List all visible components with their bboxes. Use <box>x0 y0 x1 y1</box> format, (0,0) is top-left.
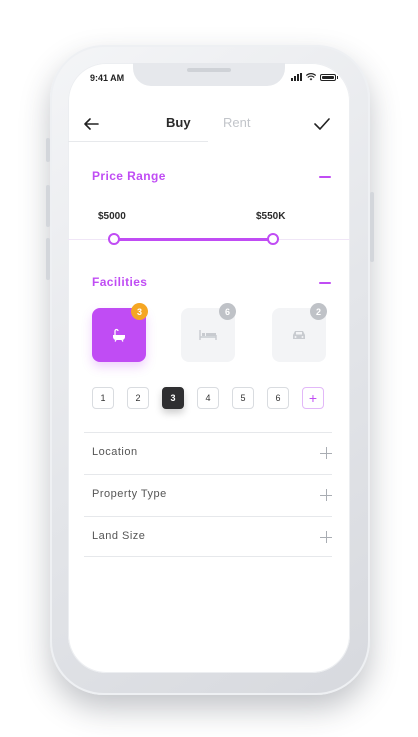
filter-row-location[interactable]: Location <box>84 432 332 474</box>
battery-icon <box>320 73 338 81</box>
tab-buy[interactable]: Buy <box>166 115 191 130</box>
bathtub-icon <box>113 328 125 342</box>
filter-row-land-size[interactable]: Land Size <box>84 516 332 558</box>
volume-up-button <box>46 185 50 227</box>
plus-icon[interactable] <box>320 531 332 543</box>
count-option-2[interactable]: 2 <box>127 387 149 409</box>
facility-bed-count: 6 <box>219 303 236 320</box>
count-option-3[interactable]: 3 <box>162 387 184 409</box>
price-min-handle[interactable] <box>108 233 120 245</box>
tab-rent[interactable]: Rent <box>223 115 250 130</box>
wifi-icon <box>306 73 316 81</box>
car-icon <box>293 331 305 339</box>
filter-label: Land Size <box>92 530 146 542</box>
status-icons <box>291 73 338 81</box>
signal-icon <box>291 73 302 81</box>
add-count-button[interactable]: + <box>302 387 324 409</box>
arrow-left-icon[interactable] <box>82 116 100 132</box>
price-max-label: $550K <box>256 211 286 222</box>
count-option-1[interactable]: 1 <box>92 387 114 409</box>
filter-label: Location <box>92 446 138 458</box>
filter-row-property-type[interactable]: Property Type <box>84 474 332 516</box>
price-range-collapse-icon[interactable] <box>319 176 331 178</box>
count-option-6[interactable]: 6 <box>267 387 289 409</box>
mute-switch <box>46 138 50 162</box>
price-max-handle[interactable] <box>267 233 279 245</box>
facilities-title: Facilities <box>92 275 148 289</box>
facility-car-count: 2 <box>310 303 327 320</box>
filter-label: Property Type <box>92 488 167 500</box>
filter-divider <box>84 556 332 557</box>
plus-icon[interactable] <box>320 489 332 501</box>
app-screen: 9:41 AM Buy Rent Price Range $5000 $550K… <box>68 63 350 673</box>
price-range-track[interactable] <box>114 238 273 241</box>
speaker-grille <box>187 68 231 72</box>
price-range-title: Price Range <box>92 169 166 183</box>
check-icon[interactable] <box>313 116 331 132</box>
facility-bathtub-count: 3 <box>131 303 148 320</box>
tab-divider <box>68 141 208 142</box>
price-min-label: $5000 <box>98 211 126 222</box>
plus-icon[interactable] <box>320 447 332 459</box>
power-button <box>370 192 374 262</box>
count-option-4[interactable]: 4 <box>197 387 219 409</box>
volume-down-button <box>46 238 50 280</box>
status-time: 9:41 AM <box>90 73 125 83</box>
facilities-collapse-icon[interactable] <box>319 282 331 284</box>
notch <box>133 63 285 86</box>
count-option-5[interactable]: 5 <box>232 387 254 409</box>
bed-icon <box>199 330 217 340</box>
